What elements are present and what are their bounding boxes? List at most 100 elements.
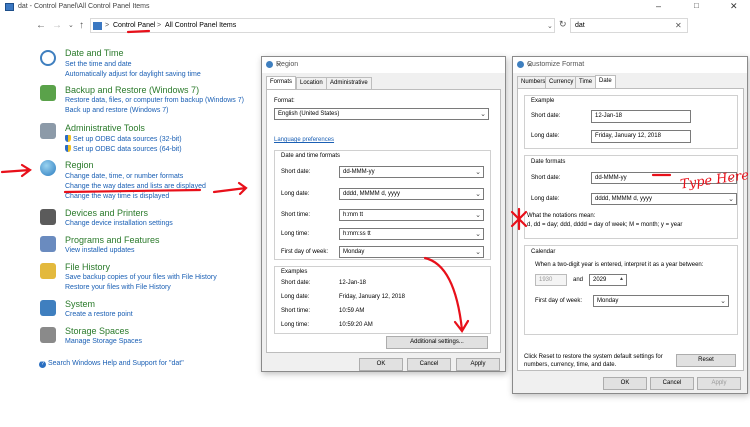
example-value: 10:59 AM xyxy=(339,308,365,314)
item-title-system[interactable]: System xyxy=(65,299,95,309)
item-title-date-time[interactable]: Date and Time xyxy=(65,48,124,58)
item-link[interactable]: Manage Storage Spaces xyxy=(65,338,142,345)
item-link[interactable]: Restore your files with File History xyxy=(65,284,171,291)
system-icon xyxy=(40,300,56,316)
breadcrumb-control-panel[interactable]: Control Panel xyxy=(113,22,155,29)
breadcrumb-all-items[interactable]: All Control Panel Items xyxy=(165,22,236,29)
notation-text: d, dd = day; ddd, dddd = day of week; M … xyxy=(527,222,683,228)
notation-title: What the notations mean: xyxy=(527,213,596,219)
tab-location[interactable]: Location xyxy=(296,77,327,89)
refresh-icon[interactable]: ↻ xyxy=(559,19,567,30)
chevron-down-icon: ⌄ xyxy=(728,196,734,203)
up-arrow-icon[interactable]: ↑ xyxy=(79,20,84,31)
tab-administrative[interactable]: Administrative xyxy=(326,77,372,89)
search-input[interactable]: dat xyxy=(575,22,585,29)
spin-icon[interactable]: ▲ xyxy=(619,276,624,282)
first-day-select[interactable]: Monday ⌄ xyxy=(339,246,484,258)
shield-icon xyxy=(65,145,71,152)
title-bar: dat - Control Panel\All Control Panel It… xyxy=(0,0,750,16)
row-label: Short date: xyxy=(281,169,311,175)
item-title-admin-tools[interactable]: Administrative Tools xyxy=(65,123,145,133)
format-select[interactable]: English (United States) ⌄ xyxy=(274,108,489,120)
custom-date-panel: Example Short date: 12-Jan-18 Long date:… xyxy=(517,88,744,371)
breadcrumb-sep-icon: > xyxy=(105,22,110,29)
reset-button[interactable]: Reset xyxy=(676,354,736,367)
item-link[interactable]: Back up and restore (Windows 7) xyxy=(65,107,169,114)
chevron-down-icon: ⌄ xyxy=(475,212,481,219)
region-icon xyxy=(266,61,273,68)
short-date-select[interactable]: dd-MMM-yy ⌄ xyxy=(339,166,484,178)
item-link[interactable]: Change the way time is displayed xyxy=(65,193,169,200)
recent-chevron-icon[interactable]: ⌄ xyxy=(68,21,74,29)
long-date-select[interactable]: dddd, MMMM d, yyyy ⌄ xyxy=(339,188,484,200)
item-title-devices[interactable]: Devices and Printers xyxy=(65,208,148,218)
clear-search-icon[interactable]: ✕ xyxy=(675,21,682,30)
chevron-down-icon: ⌄ xyxy=(475,169,481,176)
back-arrow-icon[interactable]: ← xyxy=(36,20,46,31)
calendar-group: Calendar When a two-digit year is entere… xyxy=(524,245,738,335)
item-link[interactable]: Set up ODBC data sources (64-bit) xyxy=(65,145,182,153)
date-formats-group: Date formats Short date: dd-MMM-yy ⌄ Long… xyxy=(524,155,738,239)
first-day-label: First day of week: xyxy=(535,298,583,304)
custom-cancel-button[interactable]: Cancel xyxy=(650,377,694,390)
item-link[interactable]: Automatically adjust for daylight saving… xyxy=(65,71,201,78)
arrow-right-region xyxy=(212,181,248,196)
item-link[interactable]: Create a restore point xyxy=(65,311,133,318)
item-title-backup[interactable]: Backup and Restore (Windows 7) xyxy=(65,85,199,95)
long-time-select[interactable]: h:mm:ss tt ⌄ xyxy=(339,228,484,240)
item-link[interactable]: Set the time and date xyxy=(65,61,132,68)
chevron-down-icon: ⌄ xyxy=(720,298,726,305)
custom-apply-button[interactable]: Apply xyxy=(697,377,741,390)
help-link[interactable]: ? Search Windows Help and Support for "da… xyxy=(39,360,184,368)
year-to-spinner[interactable]: 2029 ▲ xyxy=(589,274,627,286)
underline-region-link xyxy=(63,188,202,194)
minimize-button[interactable]: – xyxy=(656,1,661,11)
tab-formats[interactable]: Formats xyxy=(266,76,297,89)
item-link[interactable]: Change device installation settings xyxy=(65,220,173,227)
region-close-button[interactable]: ✕ xyxy=(276,61,499,69)
close-button[interactable]: ✕ xyxy=(730,1,738,12)
search-box[interactable]: dat ✕ xyxy=(570,18,688,33)
first-day-combo[interactable]: Monday ⌄ xyxy=(593,295,729,307)
control-panel-icon xyxy=(93,22,102,30)
tab-time[interactable]: Time xyxy=(575,76,597,88)
item-title-file-history[interactable]: File History xyxy=(65,262,110,272)
region-cancel-button[interactable]: Cancel xyxy=(407,358,451,371)
region-ok-button[interactable]: OK xyxy=(359,358,403,371)
item-title-region[interactable]: Region xyxy=(65,160,94,170)
item-title-storage[interactable]: Storage Spaces xyxy=(65,326,129,336)
example-short-label: Short date: xyxy=(531,113,561,119)
forward-arrow-icon[interactable]: → xyxy=(52,20,62,31)
address-box[interactable]: > Control Panel > All Control Panel Item… xyxy=(90,18,555,33)
item-link[interactable]: Change date, time, or number formats xyxy=(65,173,183,180)
nav-bar: ← → ⌄ ↑ > Control Panel > All Control Pa… xyxy=(0,17,750,37)
breadcrumb-sep: > xyxy=(157,22,162,29)
example-label: Short date: xyxy=(281,280,311,286)
short-time-select[interactable]: h:mm tt ⌄ xyxy=(339,209,484,221)
item-link[interactable]: Restore data, files, or computer from ba… xyxy=(65,97,244,104)
group-title: Examples xyxy=(281,269,308,275)
window-icon xyxy=(5,3,14,11)
row-label: Short time: xyxy=(281,212,311,218)
tab-date[interactable]: Date xyxy=(595,75,616,88)
example-label: Short time: xyxy=(281,308,311,314)
maximize-button[interactable]: □ xyxy=(694,1,699,10)
custom-title-bar: Customize Format ✕ xyxy=(513,57,747,73)
item-link[interactable]: Save backup copies of your files with Fi… xyxy=(65,274,217,281)
chevron-down-icon: ⌄ xyxy=(480,111,486,118)
region-apply-button[interactable]: Apply xyxy=(456,358,500,371)
short-date-combo[interactable]: dd-MMM-yy ⌄ xyxy=(591,172,737,184)
long-date-combo[interactable]: dddd, MMMM d, yyyy ⌄ xyxy=(591,193,737,205)
item-link[interactable]: View installed updates xyxy=(65,247,135,254)
item-link[interactable]: Change the way dates and lists are displ… xyxy=(65,183,206,190)
item-link[interactable]: Set up ODBC data sources (32-bit) xyxy=(65,135,182,143)
address-dropdown-icon[interactable]: ⌄ xyxy=(547,22,553,30)
window-title: dat - Control Panel\All Control Panel It… xyxy=(18,3,150,10)
tab-currency[interactable]: Currency xyxy=(545,76,578,88)
custom-ok-button[interactable]: OK xyxy=(603,377,647,390)
additional-settings-button[interactable]: Additional settings... xyxy=(386,336,488,349)
item-title-programs[interactable]: Programs and Features xyxy=(65,235,160,245)
shield-icon xyxy=(65,135,71,142)
custom-close-button[interactable]: ✕ xyxy=(527,61,741,69)
language-preferences-link[interactable]: Language preferences xyxy=(274,137,334,143)
